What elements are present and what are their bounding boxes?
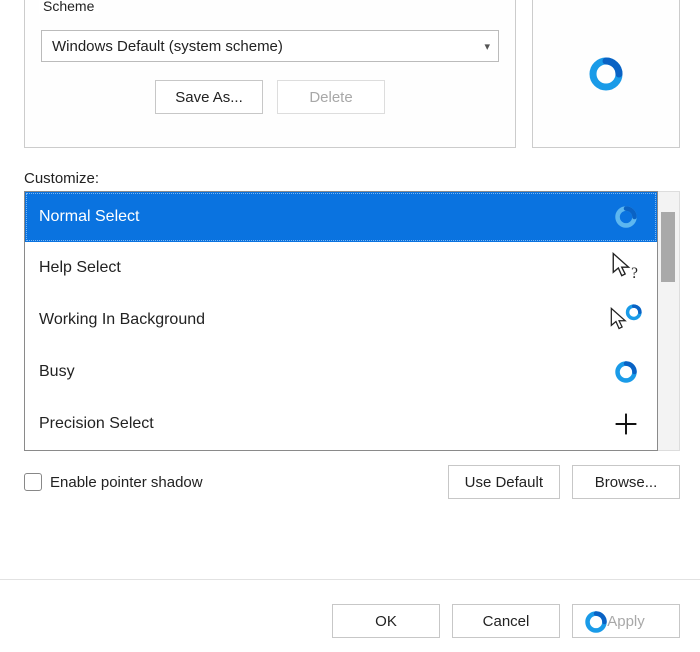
scheme-group: Scheme Windows Default (system scheme) ▾… bbox=[24, 0, 516, 148]
divider bbox=[0, 579, 700, 580]
cursor-preview-box bbox=[532, 0, 680, 148]
scrollbar[interactable] bbox=[658, 191, 680, 451]
arrow-help-icon: ? bbox=[609, 251, 643, 285]
list-item-label: Normal Select bbox=[39, 208, 139, 226]
customize-label: Customize: bbox=[24, 170, 700, 187]
scheme-dropdown[interactable]: Windows Default (system scheme) ▾ bbox=[41, 30, 499, 62]
use-default-button[interactable]: Use Default bbox=[448, 465, 560, 499]
busy-ring-icon bbox=[609, 359, 643, 385]
apply-button[interactable]: Apply bbox=[572, 604, 680, 638]
pointer-shadow-label: Enable pointer shadow bbox=[50, 474, 203, 491]
delete-button[interactable]: Delete bbox=[277, 80, 385, 114]
chevron-down-icon: ▾ bbox=[484, 40, 490, 53]
browse-button[interactable]: Browse... bbox=[572, 465, 680, 499]
save-as-button[interactable]: Save As... bbox=[155, 80, 263, 114]
pointer-shadow-checkbox[interactable]: Enable pointer shadow bbox=[24, 473, 203, 491]
busy-ring-icon bbox=[583, 609, 609, 635]
cursor-list[interactable]: Normal Select Help Select ? Working In B… bbox=[24, 191, 658, 451]
cancel-button[interactable]: Cancel bbox=[452, 604, 560, 638]
scrollbar-thumb[interactable] bbox=[661, 212, 675, 282]
list-item-label: Working In Background bbox=[39, 311, 205, 329]
list-item-label: Help Select bbox=[39, 259, 121, 277]
apply-label: Apply bbox=[607, 613, 645, 630]
list-item[interactable]: Precision Select bbox=[25, 398, 657, 450]
busy-ring-icon bbox=[586, 54, 626, 94]
checkbox-icon bbox=[24, 473, 42, 491]
busy-ring-icon bbox=[609, 204, 643, 230]
list-item-label: Busy bbox=[39, 363, 75, 381]
list-item[interactable]: Help Select ? bbox=[25, 242, 657, 294]
scheme-dropdown-value: Windows Default (system scheme) bbox=[52, 38, 283, 55]
list-item-label: Precision Select bbox=[39, 415, 154, 433]
crosshair-icon bbox=[609, 411, 643, 437]
svg-text:?: ? bbox=[631, 265, 638, 282]
list-item[interactable]: Working In Background bbox=[25, 294, 657, 346]
ok-button[interactable]: OK bbox=[332, 604, 440, 638]
list-item[interactable]: Normal Select bbox=[25, 192, 657, 242]
arrow-busy-icon bbox=[609, 303, 643, 337]
list-item[interactable]: Busy bbox=[25, 346, 657, 398]
scheme-group-label: Scheme bbox=[39, 0, 98, 14]
